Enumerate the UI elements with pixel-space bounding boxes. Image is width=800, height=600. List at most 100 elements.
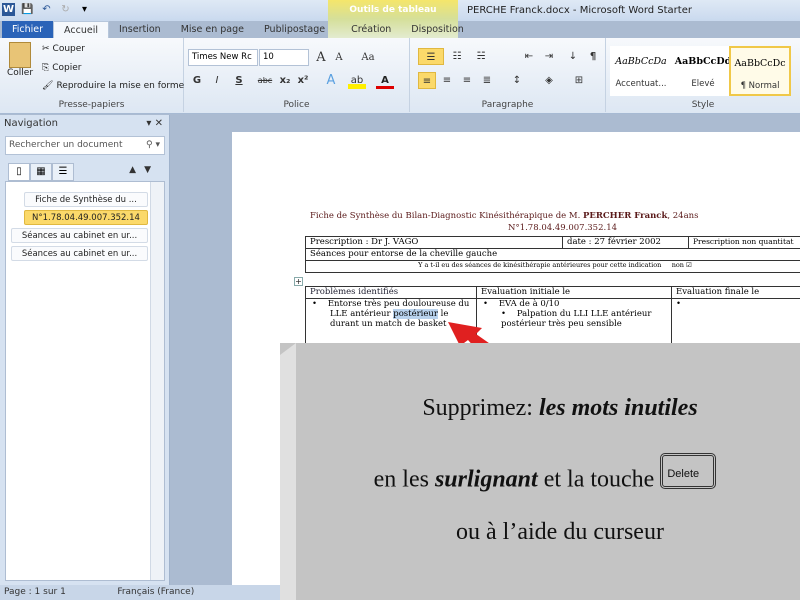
tab-fichier[interactable]: Fichier [2,21,54,39]
decrease-indent-button[interactable]: ⇤ [520,48,538,65]
line-spacing-button[interactable]: ↕ [508,72,526,89]
bold-button[interactable]: G [188,72,206,89]
navigation-scrollbar[interactable] [150,182,164,580]
undo-icon[interactable]: ↶ [40,3,53,16]
page-count[interactable]: Page : 1 sur 1 [4,587,66,597]
ribbon-tabs: Fichier Accueil Insertion Mise en page P… [0,21,800,39]
styles-group-label: Style [691,100,715,110]
borders-button[interactable]: ⊞ [570,72,588,89]
tab-accueil[interactable]: Accueil [53,21,109,39]
strikethrough-button[interactable]: abc [256,72,274,89]
style-eleve[interactable]: AaBbCcDd Elevé [672,46,734,96]
show-marks-button[interactable]: ¶ [584,48,602,65]
language-indicator[interactable]: Français (France) [117,587,194,597]
tab-publipostage[interactable]: Publipostage [254,21,335,39]
align-left-button[interactable]: ≡ [418,72,436,89]
tab-creation[interactable]: Création [341,21,401,39]
nav-heading-item[interactable]: Séances au cabinet en ur... [11,246,148,261]
navigation-headings-list: Fiche de Synthèse du ... N°1.78.04.49.00… [5,181,165,581]
justify-button[interactable]: ≣ [478,72,496,89]
highlight-icon[interactable]: ab [348,72,366,89]
style-normal[interactable]: AaBbCcDc ¶ Normal [729,46,791,96]
paste-label: Coller [6,68,34,78]
word-logo-icon: W [2,3,15,16]
align-right-button[interactable]: ≡ [458,72,476,89]
shading-button[interactable]: ◈ [540,72,558,89]
text-effects-icon[interactable]: A [322,72,340,89]
shrink-font-button[interactable]: A [330,49,348,66]
italic-button[interactable]: I [208,72,226,89]
cut-button[interactable]: ✂ Couper [42,44,85,54]
styles-group: AaBbCcDa Accentuat... AaBbCcDd Elevé AaBbC… [606,38,800,112]
font-name-select[interactable]: Times New Rc [188,49,258,66]
font-group: Times New Rc 10 A A Aa G I S abc x₂ x² A… [184,38,410,112]
sort-button[interactable]: ↓ [564,48,582,65]
align-center-button[interactable]: ≡ [438,72,456,89]
paragraph-group-label: Paragraphe [481,100,534,110]
brush-icon: 🖌 [42,81,54,91]
increase-indent-button[interactable]: ⇥ [540,48,558,65]
search-placeholder: Rechercher un document [9,140,123,150]
customize-icon[interactable]: ▾ [78,3,91,16]
prescription-cell: Prescription : Dr J. VAGO [305,236,563,249]
col-header: Evaluation finale le [671,286,800,299]
style-sample: AaBbCcDc [734,58,786,69]
answer-checkbox: non ☑ [671,261,692,269]
question-cell: Y a t-il eu des séances de kinésithérapi… [305,260,800,273]
subscript-button[interactable]: x₂ [276,72,294,89]
tab-insertion[interactable]: Insertion [109,21,171,39]
grow-font-button[interactable]: A [312,49,330,66]
navigation-search-input[interactable]: Rechercher un document ⚲ ▾ [5,136,165,155]
cut-label: Couper [52,44,85,54]
nav-heading-item-selected[interactable]: N°1.78.04.49.007.352.14 [24,210,148,225]
window-title: PERCHE Franck.docx - Microsoft Word Star… [467,5,692,16]
navigation-pane: Navigation ▾ ✕ Rechercher un document ⚲ ▾… [0,115,170,585]
paragraph-group: ☰ ☷ ☵ ⇤ ⇥ ↓ ¶ ≡ ≡ ≡ ≣ ↕ ◈ ⊞ Paragraphe [410,38,606,112]
pages-view-tab[interactable]: ▦ [30,163,52,181]
navigation-title: Navigation [4,118,58,129]
font-color-button[interactable]: A [376,72,394,89]
results-view-tab[interactable]: ☰ [52,163,74,181]
col-header: Problèmes identifiés [305,286,477,299]
font-size-select[interactable]: 10 [259,49,309,66]
clipboard-group-label: Presse-papiers [58,100,125,110]
instruction-overlay: Supprimez: les mots inutiles en les surl… [280,343,800,600]
delete-key-icon: Delete [660,453,717,489]
style-sample: AaBbCcDd [674,56,732,67]
multilevel-list-button[interactable]: ☵ [472,48,490,65]
prescription-table: Prescription : Dr J. VAGO date : 27 févri… [305,236,800,273]
col-header: Evaluation initiale le [476,286,672,299]
style-name: ¶ Normal [740,81,780,91]
tab-disposition[interactable]: Disposition [401,21,474,39]
overlay-bevel [280,343,296,600]
status-bar: Page : 1 sur 1 Français (France) [0,585,280,600]
format-painter-button[interactable]: 🖌 Reproduire la mise en forme [42,81,184,91]
nav-heading-item[interactable]: Séances au cabinet en ur... [11,228,148,243]
change-case-button[interactable]: Aa [356,49,380,66]
numbering-button[interactable]: ☷ [448,48,466,65]
document-heading: Fiche de Synthèse du Bilan-Diagnostic Ki… [310,211,699,221]
table-move-handle-icon[interactable]: + [294,277,303,286]
style-accentuation[interactable]: AaBbCcDa Accentuat... [610,46,672,96]
ribbon: Coller ✂ Couper ⎘ Copier 🖌 Reproduire la mi… [0,38,800,114]
prescription-type-cell: Prescription non quantitat [688,236,800,249]
document-number: N°1.78.04.49.007.352.14 [508,223,618,233]
overlay-line-3: ou à l’aide du curseur [456,519,664,545]
format-painter-label: Reproduire la mise en forme [56,81,185,91]
search-icon[interactable]: ⚲ ▾ [146,137,160,154]
underline-button[interactable]: S [230,72,248,89]
nav-heading-item[interactable]: Fiche de Synthèse du ... [24,192,148,207]
navigation-close-icon[interactable]: ▾ ✕ [146,118,163,129]
superscript-button[interactable]: x² [294,72,312,89]
overlay-line-2: en les surlignant et la touche Delete [290,453,800,499]
headings-view-tab[interactable]: ▯ [8,163,30,181]
copy-button[interactable]: ⎘ Copier [42,63,81,73]
navigation-arrows[interactable]: ▲▼ [129,165,159,175]
save-icon[interactable]: 💾 [21,3,34,16]
selected-text: postérieur [393,309,438,319]
context-tab-title: Outils de tableau [349,5,437,15]
bullets-button[interactable]: ☰ [418,48,444,65]
paste-button[interactable]: Coller [6,42,34,78]
redo-icon[interactable]: ↻ [59,3,72,16]
tab-mise-en-page[interactable]: Mise en page [171,21,254,39]
